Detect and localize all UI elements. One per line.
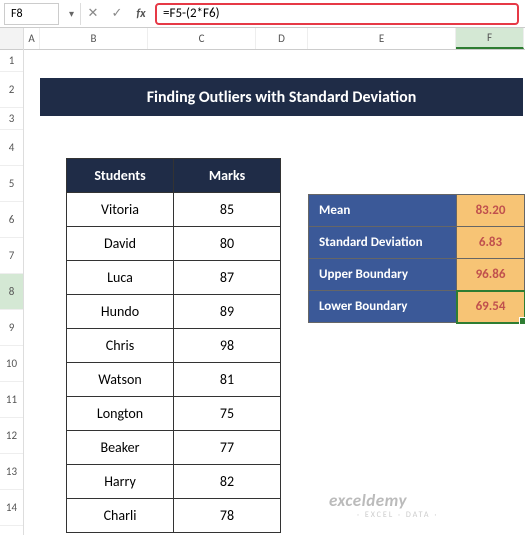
watermark: exceldemy: [329, 490, 407, 511]
table-row: Beaker77: [67, 431, 281, 465]
chevron-down-icon[interactable]: ▾: [63, 3, 81, 25]
stats-table: Mean83.20 Standard Deviation6.83 Upper B…: [308, 194, 525, 323]
row-header[interactable]: 14: [0, 490, 23, 526]
cell[interactable]: David: [67, 227, 174, 261]
table-row: Watson81: [67, 363, 281, 397]
cell[interactable]: Charli: [67, 499, 174, 533]
cell[interactable]: 81: [174, 363, 281, 397]
row-header[interactable]: 12: [0, 418, 23, 454]
table-header-row: Students Marks: [67, 159, 281, 193]
stat-label-stddev[interactable]: Standard Deviation: [309, 227, 457, 259]
stat-value-lower[interactable]: 69.54: [457, 291, 525, 323]
check-icon[interactable]: ✓: [105, 3, 129, 25]
cell[interactable]: Chris: [67, 329, 174, 363]
formula-input[interactable]: =F5-(2*F6): [155, 3, 519, 25]
stat-label-mean[interactable]: Mean: [309, 195, 457, 227]
select-all-corner[interactable]: [0, 28, 23, 50]
row-header[interactable]: 9: [0, 310, 23, 346]
row-header[interactable]: 4: [0, 130, 23, 166]
cell[interactable]: 80: [174, 227, 281, 261]
table-row: Vitoria85: [67, 193, 281, 227]
stat-value-stddev[interactable]: 6.83: [457, 227, 525, 259]
row-header[interactable]: 1: [0, 50, 23, 72]
table-row: Mean83.20: [309, 195, 525, 227]
table-row: Longton75: [67, 397, 281, 431]
table-row: Luca87: [67, 261, 281, 295]
col-header[interactable]: A: [24, 28, 40, 49]
table-row: Chris98: [67, 329, 281, 363]
cell[interactable]: 77: [174, 431, 281, 465]
table-row: Charli78: [67, 499, 281, 533]
col-header[interactable]: F: [456, 28, 524, 49]
table-row: David80: [67, 227, 281, 261]
grid-area: 1 2 3 4 5 6 7 8 9 10 11 12 13 14 A B C D…: [0, 28, 525, 535]
row-header[interactable]: 13: [0, 454, 23, 490]
formula-bar: F8 ▾ ✕ ✓ fx =F5-(2*F6): [0, 0, 525, 28]
data-table: Students Marks Vitoria85 David80 Luca87 …: [66, 158, 281, 533]
name-box[interactable]: F8: [4, 3, 59, 25]
fx-icon[interactable]: fx: [129, 3, 153, 25]
table-row: Harry82: [67, 465, 281, 499]
row-header[interactable]: 3: [0, 108, 23, 130]
table-row: Standard Deviation6.83: [309, 227, 525, 259]
table-row: Upper Boundary96.86: [309, 259, 525, 291]
cell[interactable]: Harry: [67, 465, 174, 499]
col-header[interactable]: B: [40, 28, 148, 49]
cell[interactable]: 78: [174, 499, 281, 533]
stat-value-mean[interactable]: 83.20: [457, 195, 525, 227]
row-header[interactable]: 8: [0, 274, 23, 310]
cell[interactable]: 85: [174, 193, 281, 227]
stat-label-lower[interactable]: Lower Boundary: [309, 291, 457, 323]
stat-value-upper[interactable]: 96.86: [457, 259, 525, 291]
cell[interactable]: Vitoria: [67, 193, 174, 227]
row-header[interactable]: 6: [0, 202, 23, 238]
main-grid: A B C D E F Finding Outliers with Standa…: [24, 28, 525, 535]
stat-label-upper[interactable]: Upper Boundary: [309, 259, 457, 291]
cell[interactable]: Hundo: [67, 295, 174, 329]
row-header[interactable]: 7: [0, 238, 23, 274]
col-header-students: Students: [67, 159, 174, 193]
page-title: Finding Outliers with Standard Deviation: [40, 78, 523, 116]
row-header[interactable]: 10: [0, 346, 23, 382]
column-headers: A B C D E F: [24, 28, 525, 50]
col-header[interactable]: D: [256, 28, 308, 49]
row-headers: 1 2 3 4 5 6 7 8 9 10 11 12 13 14: [0, 28, 24, 535]
cancel-icon[interactable]: ✕: [81, 3, 105, 25]
cell[interactable]: Watson: [67, 363, 174, 397]
cell[interactable]: Luca: [67, 261, 174, 295]
cell[interactable]: 89: [174, 295, 281, 329]
cell[interactable]: Longton: [67, 397, 174, 431]
cell[interactable]: 98: [174, 329, 281, 363]
col-header-marks: Marks: [174, 159, 281, 193]
col-header[interactable]: C: [148, 28, 256, 49]
cell[interactable]: Beaker: [67, 431, 174, 465]
cell[interactable]: 82: [174, 465, 281, 499]
row-header[interactable]: 11: [0, 382, 23, 418]
watermark-sub: · EXCEL · DATA ·: [357, 510, 438, 520]
table-row: Lower Boundary69.54: [309, 291, 525, 323]
cell[interactable]: 75: [174, 397, 281, 431]
row-header[interactable]: 5: [0, 166, 23, 202]
row-header[interactable]: 2: [0, 72, 23, 108]
col-header[interactable]: E: [308, 28, 456, 49]
cell[interactable]: 87: [174, 261, 281, 295]
table-row: Hundo89: [67, 295, 281, 329]
